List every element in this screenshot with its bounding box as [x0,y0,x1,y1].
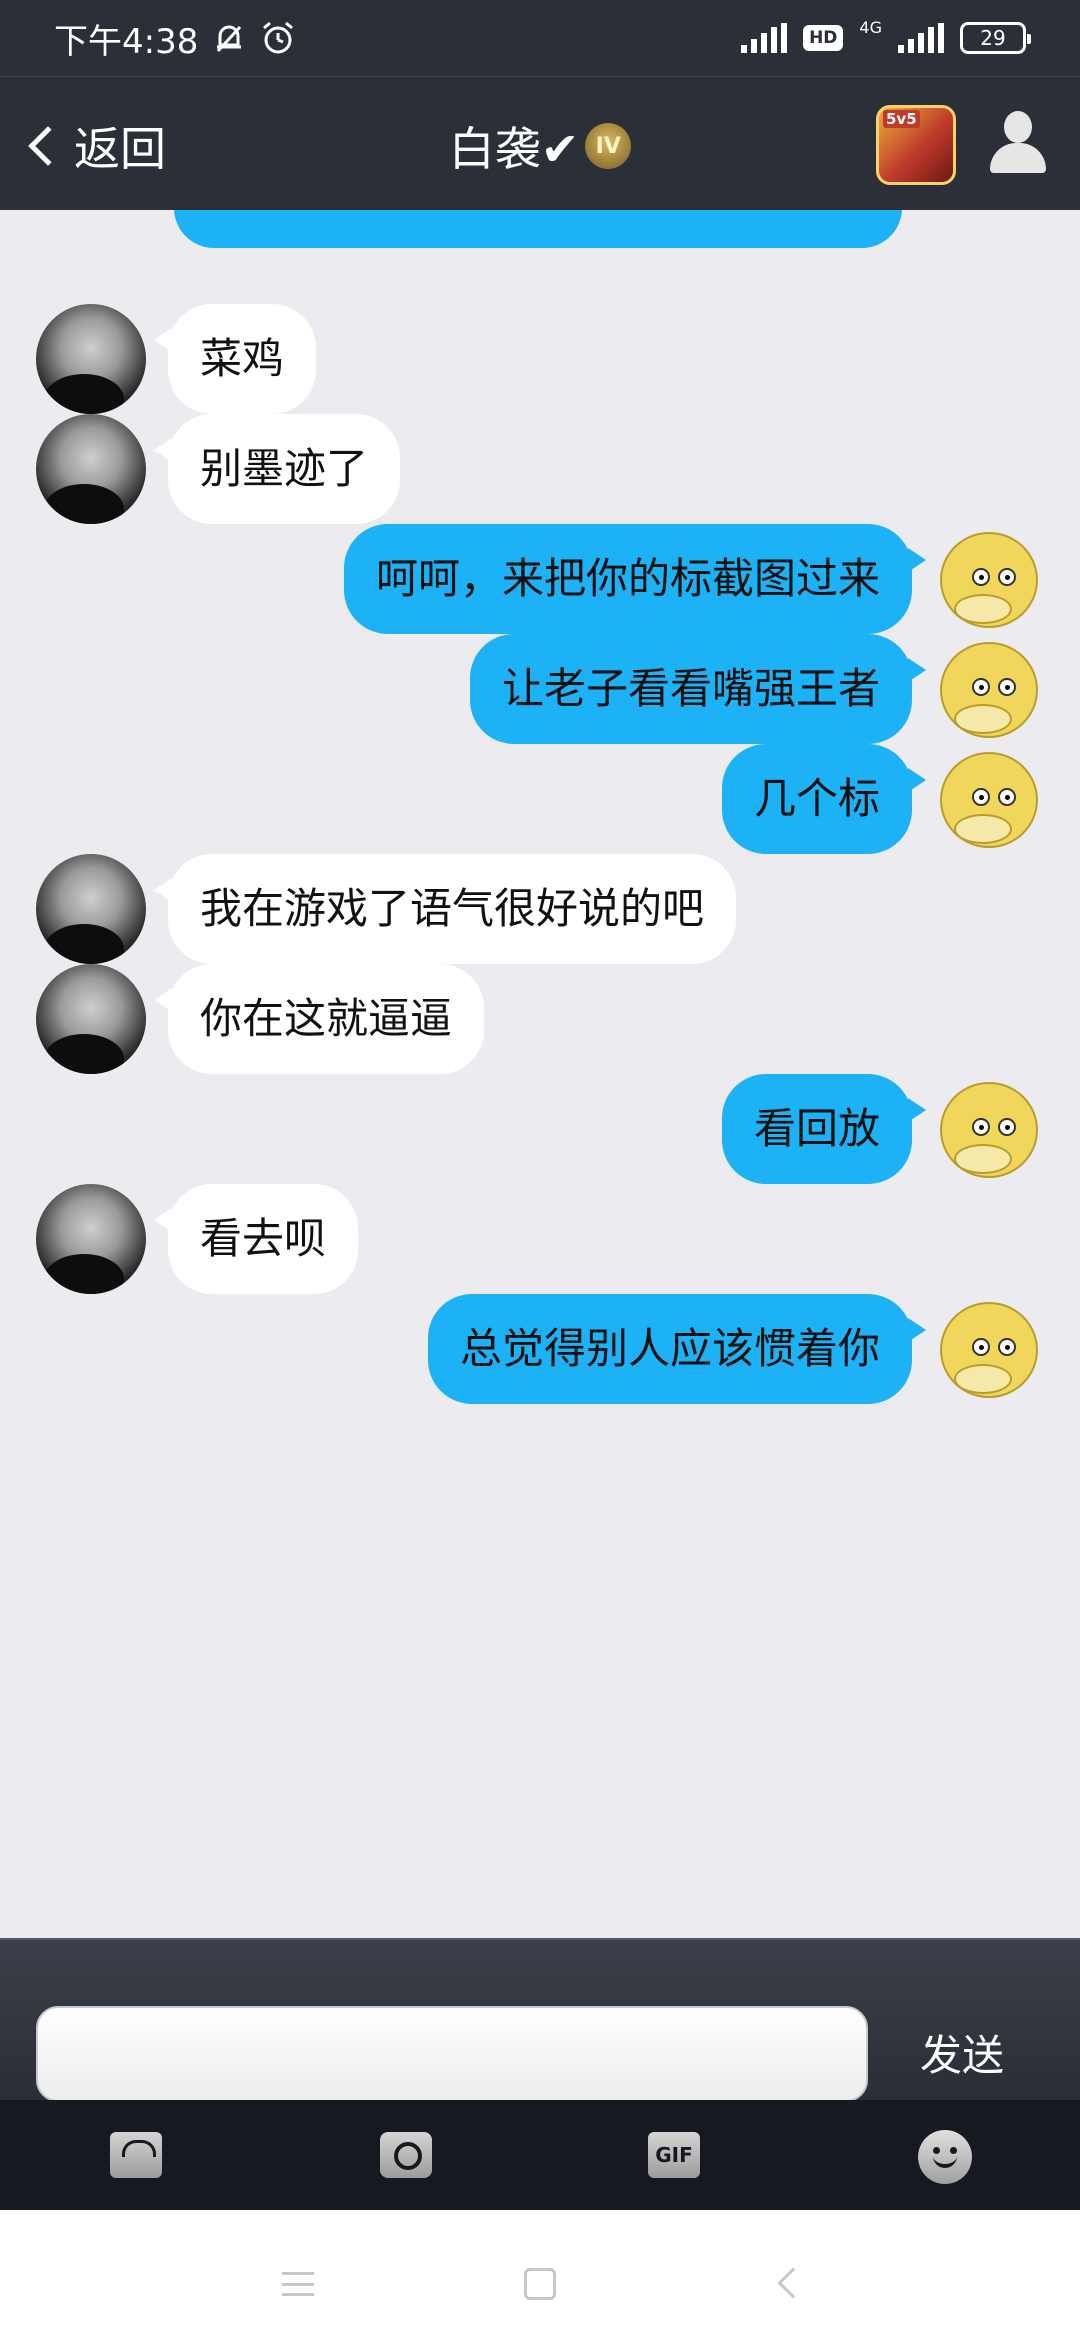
signal-icon-2 [898,23,944,53]
game-badge: 5v5 [883,110,920,128]
message-outgoing: 几个标 [721,744,1044,854]
back-icon[interactable] [777,2267,809,2299]
chat-area[interactable]: 菜鸡 别墨迹了 呵呵，来把你的标截图过来 让老子看看嘴强王者 几个标 我在游戏了… [0,210,1080,1940]
bell-off-icon [217,25,242,53]
message-outgoing: 让老子看看嘴强王者 [469,634,1044,744]
contact-avatar[interactable] [36,1184,146,1294]
message-incoming: 我在游戏了语气很好说的吧 [36,854,737,964]
battery-icon: 29 [960,22,1031,54]
contact-name: 白袭✔ [448,122,580,176]
message-outgoing: 总觉得别人应该惯着你 [427,1294,1044,1404]
message-outgoing: 看回放 [721,1074,1044,1184]
contact-avatar[interactable] [36,304,146,414]
status-time: 下午4:38 [54,21,199,62]
system-nav-bar [0,2210,1080,2340]
send-button[interactable]: 发送 [920,2022,1004,2083]
message-bubble[interactable]: 看回放 [721,1074,927,1184]
profile-icon[interactable] [990,111,1046,177]
contact-avatar[interactable] [36,414,146,524]
message-bubble[interactable]: 别墨迹了 [153,414,401,524]
message-bubble[interactable]: 总觉得别人应该惯着你 [427,1294,927,1404]
input-area: 发送 [0,1938,1080,2102]
my-avatar[interactable] [934,744,1044,854]
alarm-icon [263,21,294,54]
photo-icon[interactable] [110,2132,162,2178]
message-incoming: 你在这就逼逼 [36,964,485,1074]
message-bubble[interactable]: 让老子看看嘴强王者 [469,634,927,744]
network-type: 4G [859,18,882,37]
partial-message-bubble [174,210,902,248]
my-avatar[interactable] [934,1074,1044,1184]
message-bubble[interactable]: 几个标 [721,744,927,854]
nav-bar: 返回 白袭✔ IV 5v5 [0,76,1080,210]
camera-icon[interactable] [380,2132,432,2178]
contact-avatar[interactable] [36,964,146,1074]
menu-icon[interactable] [282,2272,314,2296]
level-badge-icon: IV [585,123,632,169]
game-app-icon[interactable]: 5v5 [876,105,956,185]
contact-avatar[interactable] [36,854,146,964]
my-avatar[interactable] [934,634,1044,744]
input-toolbar: GIF [0,2100,1080,2210]
message-outgoing: 呵呵，来把你的标截图过来 [343,524,1044,634]
hd-badge: HD [803,25,844,51]
status-bar: 下午4:38 HD 4G 29 [0,0,1080,76]
home-icon[interactable] [524,2268,556,2300]
message-bubble[interactable]: 看去呗 [153,1184,359,1294]
message-bubble[interactable]: 你在这就逼逼 [153,964,485,1074]
message-incoming: 看去呗 [36,1184,359,1294]
signal-icon [741,23,788,53]
battery-level: 29 [980,26,1006,50]
gif-icon[interactable]: GIF [648,2132,700,2178]
message-input[interactable] [36,2006,868,2102]
emoji-icon[interactable] [918,2130,972,2184]
my-avatar[interactable] [934,524,1044,634]
message-incoming: 别墨迹了 [36,414,401,524]
my-avatar[interactable] [934,1294,1044,1404]
message-bubble[interactable]: 菜鸡 [153,304,317,414]
message-bubble[interactable]: 呵呵，来把你的标截图过来 [343,524,927,634]
message-incoming: 菜鸡 [36,304,317,414]
message-bubble[interactable]: 我在游戏了语气很好说的吧 [153,854,737,964]
